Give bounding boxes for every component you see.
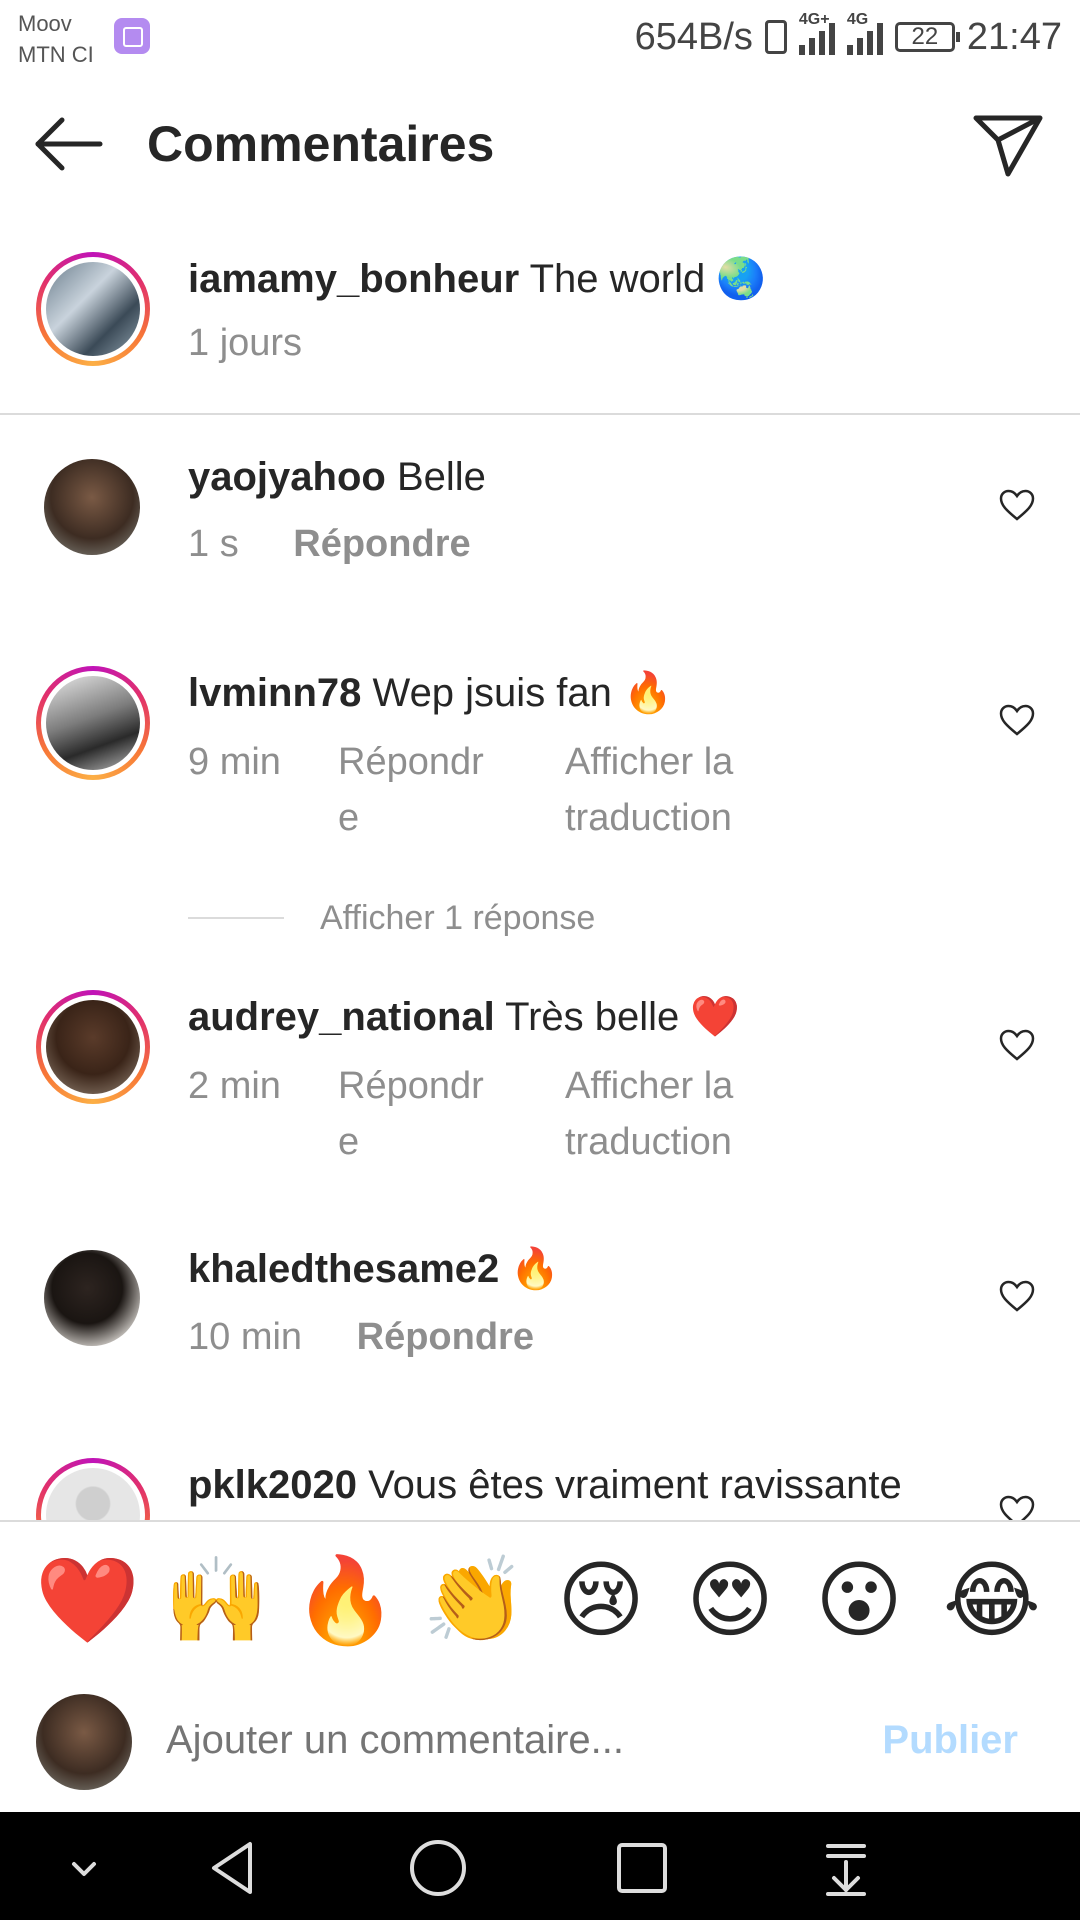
caption-line: iamamy_bonheur The world 🌏 xyxy=(188,254,766,304)
carrier-label: Moov MTN CI xyxy=(18,8,94,70)
system-nav-bar xyxy=(0,1812,1080,1920)
translate-label-line2: traduction xyxy=(565,797,732,839)
comment-meta: 1 s Répondre xyxy=(188,516,471,572)
reply-button[interactable]: Répondr e xyxy=(338,734,484,846)
clock: 21:47 xyxy=(966,15,1062,58)
comment-time: 9 min xyxy=(188,741,281,783)
translate-button[interactable]: Afficher la traduction xyxy=(565,1058,733,1170)
reply-button[interactable]: Répondre xyxy=(293,523,470,565)
status-bar: Moov MTN CI 654B/s 4G+ 4G 22 21:47 xyxy=(0,0,1080,76)
comment-time: 10 min xyxy=(188,1316,303,1358)
emoji-raising-hands[interactable]: 🙌 xyxy=(164,1550,269,1650)
heart-icon[interactable] xyxy=(998,1494,1036,1520)
caption-text: The world 🌏 xyxy=(529,257,767,301)
signal1-label: 4G+ xyxy=(798,11,830,28)
comment-line: khaledthesame2 🔥 xyxy=(188,1244,560,1294)
signal-4g-icon: 4G xyxy=(846,11,883,55)
paper-plane-icon[interactable] xyxy=(972,112,1044,178)
comment-text: Vous êtes vraiment ravissante xyxy=(368,1463,902,1507)
view-replies-toggle[interactable]: Afficher 1 réponse xyxy=(188,898,888,938)
heart-icon[interactable] xyxy=(998,703,1036,737)
arrow-left-icon[interactable] xyxy=(32,114,104,174)
nav-back-icon[interactable] xyxy=(204,1838,264,1898)
comment-time: 1 s xyxy=(188,523,239,565)
comment-line: audrey_national Très belle ❤️ xyxy=(188,992,740,1042)
reply-label-line2: e xyxy=(338,1121,360,1163)
translate-label-line1: Afficher la xyxy=(565,1065,734,1107)
gallery-notification-icon xyxy=(114,18,150,54)
comment-line: pklk2020 Vous êtes vraiment ravissante xyxy=(188,1460,902,1510)
reply-button[interactable]: Répondre xyxy=(357,1316,534,1358)
emoji-fire[interactable]: 🔥 xyxy=(293,1550,398,1650)
emoji-heart[interactable]: ❤️ xyxy=(35,1550,140,1650)
comment-username[interactable]: audrey_national xyxy=(188,995,495,1039)
reply-button[interactable]: Répondr e xyxy=(338,1058,484,1170)
vibrate-icon xyxy=(764,20,787,54)
comment-username[interactable]: lvminn78 xyxy=(188,671,361,715)
emoji-tears-of-joy[interactable]: 😂 xyxy=(942,1550,1042,1650)
nav-recents-icon[interactable] xyxy=(612,1838,672,1898)
post-caption: iamamy_bonheur The world 🌏 1 jours xyxy=(0,248,1080,415)
emoji-heart-eyes[interactable]: 😍 xyxy=(680,1550,780,1650)
comment-composer: Publier xyxy=(0,1668,1080,1812)
comment-text: Très belle ❤️ xyxy=(505,995,741,1039)
chevron-down-icon[interactable] xyxy=(54,1838,114,1898)
comment-item: pklk2020 Vous êtes vraiment ravissante xyxy=(0,1440,1080,1520)
comment-text: Wep jsuis fan 🔥 xyxy=(372,671,673,715)
reply-divider xyxy=(188,917,284,919)
status-right: 654B/s 4G+ 4G 22 21:47 xyxy=(634,11,1062,60)
comment-text: 🔥 xyxy=(510,1247,561,1291)
emoji-crying[interactable]: 😢 xyxy=(551,1550,651,1650)
comment-username[interactable]: pklk2020 xyxy=(188,1463,357,1507)
comment-time: 2 min xyxy=(188,1065,281,1107)
page-title: Commentaires xyxy=(147,116,495,172)
signal-4g-plus-icon: 4G+ xyxy=(798,11,835,55)
comment-input[interactable] xyxy=(166,1712,846,1768)
signal2-label: 4G xyxy=(846,11,869,28)
battery-icon: 22 xyxy=(894,22,960,52)
heart-icon[interactable] xyxy=(998,1028,1036,1062)
comment-username[interactable]: yaojyahoo xyxy=(188,455,386,499)
carrier-line-1: Moov xyxy=(18,11,72,36)
reply-label-line1: Répondr xyxy=(338,1065,484,1107)
caption-username[interactable]: iamamy_bonheur xyxy=(188,257,519,301)
comment-line: yaojyahoo Belle xyxy=(188,452,486,502)
reply-label-line2: e xyxy=(338,797,360,839)
quick-emoji-bar: ❤️ 🙌 🔥 👏 😢 😍 😮 😂 xyxy=(0,1520,1080,1670)
translate-button[interactable]: Afficher la traduction xyxy=(565,734,733,846)
reply-label-line1: Répondr xyxy=(338,741,484,783)
heart-icon[interactable] xyxy=(998,488,1036,522)
publish-button[interactable]: Publier xyxy=(882,1712,1018,1768)
avatar[interactable] xyxy=(36,252,150,366)
comment-text: Belle xyxy=(396,455,486,499)
comment-meta: 10 min Répondre xyxy=(188,1309,534,1365)
emoji-clapping[interactable]: 👏 xyxy=(422,1550,527,1650)
carrier-line-2: MTN CI xyxy=(18,42,94,67)
comment-line: lvminn78 Wep jsuis fan 🔥 xyxy=(188,668,673,718)
avatar[interactable] xyxy=(44,459,140,555)
view-replies-label[interactable]: Afficher 1 réponse xyxy=(320,898,595,938)
avatar xyxy=(36,1694,132,1790)
header: Commentaires xyxy=(0,90,1080,198)
avatar[interactable] xyxy=(36,1458,150,1520)
heart-icon[interactable] xyxy=(998,1279,1036,1313)
avatar[interactable] xyxy=(36,990,150,1104)
nav-home-icon[interactable] xyxy=(408,1838,468,1898)
emoji-surprised[interactable]: 😮 xyxy=(809,1550,909,1650)
network-speed: 654B/s xyxy=(634,15,753,58)
avatar[interactable] xyxy=(36,666,150,780)
translate-label-line1: Afficher la xyxy=(565,741,734,783)
avatar[interactable] xyxy=(44,1250,140,1346)
translate-label-line2: traduction xyxy=(565,1121,732,1163)
comment-username[interactable]: khaledthesame2 xyxy=(188,1247,499,1291)
caption-time: 1 jours xyxy=(188,322,303,364)
notification-pulldown-icon[interactable] xyxy=(816,1838,876,1898)
